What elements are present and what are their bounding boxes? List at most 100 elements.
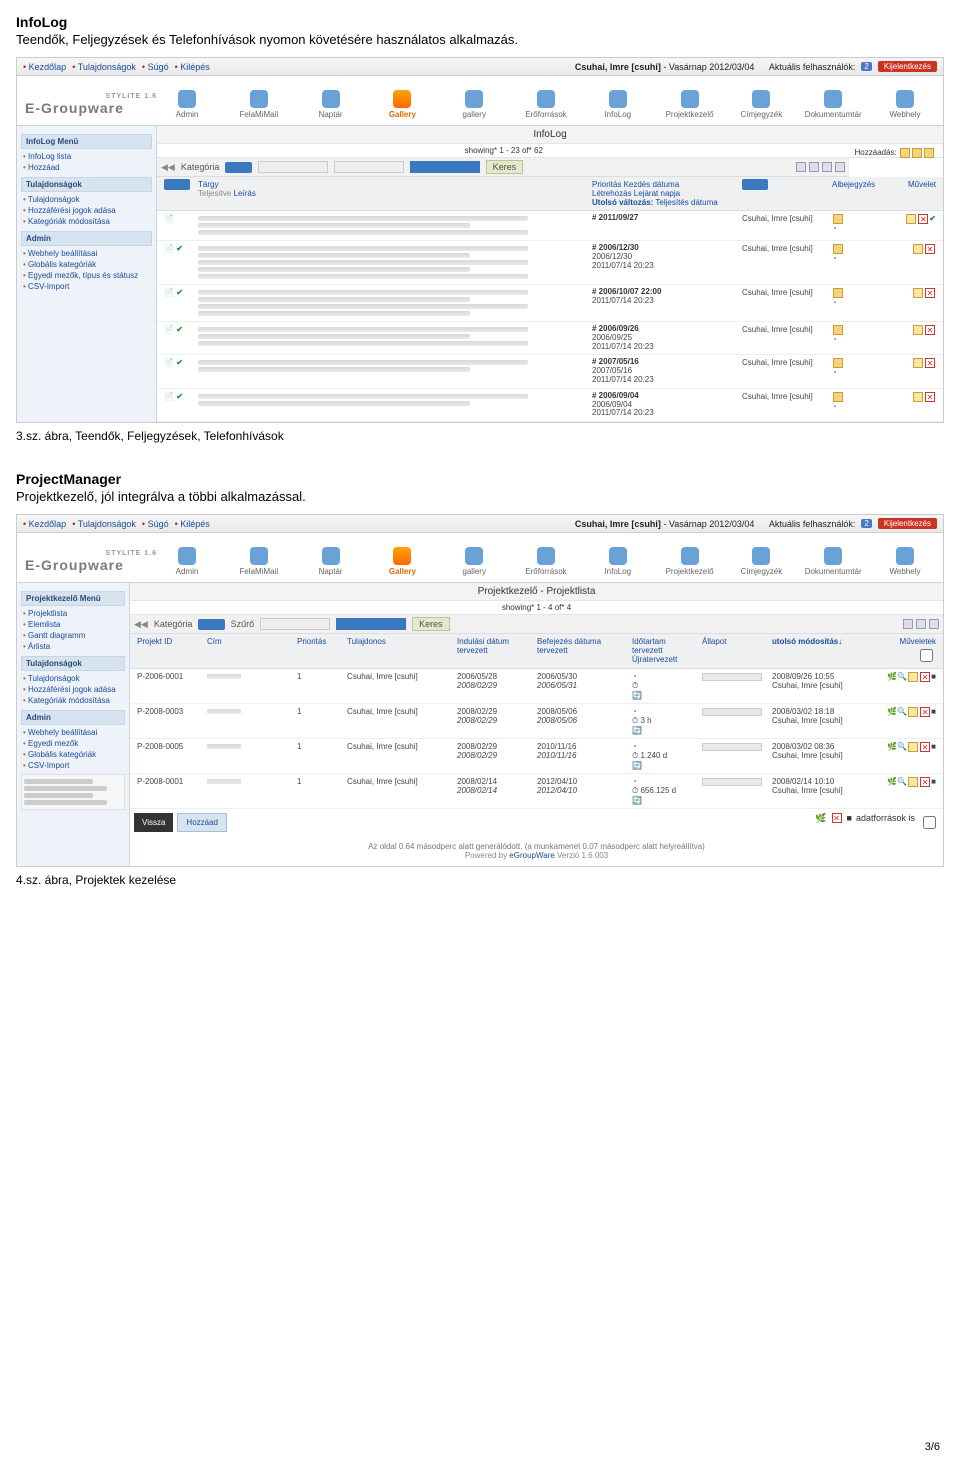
edit-icon[interactable] — [913, 392, 923, 402]
project-row[interactable]: P-2006-0001 1 Csuhai, Imre [csuhi] 2006/… — [130, 669, 943, 704]
tree-icon[interactable]: 🌿 — [887, 672, 897, 681]
delete-icon[interactable]: ✕ — [925, 288, 935, 298]
clock-icon[interactable]: ◔ — [832, 254, 837, 263]
tool-icon[interactable] — [903, 619, 913, 629]
sidebar-item[interactable]: Tulajdonságok — [21, 673, 125, 684]
stop-icon[interactable]: ■ — [847, 813, 852, 832]
project-row[interactable]: P-2008-0003 1 Csuhai, Imre [csuhi] 2008/… — [130, 704, 943, 739]
owner-select[interactable] — [742, 179, 768, 190]
clock-icon[interactable]: ◔ — [832, 368, 837, 377]
add-note-icon[interactable] — [924, 148, 934, 158]
topnav-link[interactable]: Tulajdonságok — [72, 62, 136, 72]
category-select[interactable] — [225, 162, 251, 173]
app-launcher-admin[interactable]: Admin — [157, 547, 217, 576]
tree-icon[interactable]: 🌿 — [887, 707, 897, 716]
topnav-link[interactable]: Kilépés — [175, 62, 210, 72]
delete-icon[interactable]: ✕ — [925, 325, 935, 335]
sidebar-item[interactable]: Webhely beállításai — [21, 727, 125, 738]
infolog-row[interactable]: 📄 ✔ # 2006/09/042006/09/042011/07/14 20:… — [157, 389, 943, 422]
app-launcher-gallery[interactable]: gallery — [444, 90, 504, 119]
sidebar-item[interactable]: Kategóriák módosítása — [21, 216, 152, 227]
sidebar-item[interactable]: Árlista — [21, 641, 125, 652]
sources-checkbox[interactable] — [923, 816, 936, 829]
sub-entry-icon[interactable] — [833, 214, 843, 224]
edit-icon[interactable] — [913, 244, 923, 254]
stop-icon[interactable]: ■ — [931, 672, 936, 681]
sidebar-item[interactable]: Egyedi mezők, típus és státusz — [21, 270, 152, 281]
stop-icon[interactable]: ■ — [931, 777, 936, 786]
app-launcher-infolog[interactable]: InfoLog — [588, 90, 648, 119]
select-all-checkbox[interactable] — [920, 649, 933, 662]
infolog-row[interactable]: 📄 ✔ # 2006/12/302006/12/302011/07/14 20:… — [157, 241, 943, 285]
edit-icon[interactable] — [908, 707, 918, 717]
filter2-select[interactable] — [334, 161, 404, 173]
app-launcher-infolog[interactable]: InfoLog — [588, 547, 648, 576]
app-launcher-webhely[interactable]: Webhely — [875, 547, 935, 576]
app-launcher-erőforrások[interactable]: Erőforrások — [516, 547, 576, 576]
edit-icon[interactable] — [906, 214, 916, 224]
app-launcher-webhely[interactable]: Webhely — [875, 90, 935, 119]
sidebar-item[interactable]: Hozzáad — [21, 162, 152, 173]
app-launcher-naptár[interactable]: Naptár — [301, 547, 361, 576]
delete-icon[interactable]: ✕ — [918, 214, 928, 224]
sidebar-project-tree[interactable] — [21, 774, 125, 810]
sub-entry-icon[interactable] — [833, 358, 843, 368]
type-select[interactable] — [164, 179, 190, 190]
topnav-link[interactable]: Kezdőlap — [23, 519, 66, 529]
topnav-link[interactable]: Súgó — [142, 62, 169, 72]
sidebar-item[interactable]: Globális kategóriák — [21, 259, 152, 270]
delete-icon[interactable]: ✕ — [925, 358, 935, 368]
edit-icon[interactable] — [913, 358, 923, 368]
sidebar-item[interactable]: Elemlista — [21, 619, 125, 630]
tool-icon[interactable] — [822, 162, 832, 172]
app-launcher-címjegyzék[interactable]: Címjegyzék — [731, 90, 791, 119]
app-launcher-projektkezelő[interactable]: Projektkezelő — [660, 547, 720, 576]
app-launcher-dokumentumtár[interactable]: Dokumentumtár — [803, 90, 863, 119]
search-input[interactable] — [336, 618, 406, 630]
tool-icon[interactable] — [916, 619, 926, 629]
sidebar-item[interactable]: Projektlista — [21, 608, 125, 619]
view-icon[interactable]: 🔍 — [897, 672, 907, 681]
sidebar-item[interactable]: Tulajdonságok — [21, 194, 152, 205]
topnav-link[interactable]: Kilépés — [175, 519, 210, 529]
back-button[interactable]: Vissza — [134, 813, 173, 832]
add-task-icon[interactable] — [900, 148, 910, 158]
app-launcher-felamimail[interactable]: FelaMiMail — [229, 547, 289, 576]
app-launcher-gallery[interactable]: Gallery — [372, 90, 432, 119]
page-prev-icon[interactable]: ◀◀ — [161, 162, 175, 173]
infolog-row[interactable]: 📄 ✔ # 2006/09/262006/09/252011/07/14 20:… — [157, 322, 943, 355]
delete-icon[interactable]: ✕ — [920, 707, 930, 717]
app-launcher-dokumentumtár[interactable]: Dokumentumtár — [803, 547, 863, 576]
filter-select[interactable] — [260, 618, 330, 630]
tree-icon[interactable]: 🌿 — [887, 777, 897, 786]
app-launcher-gallery[interactable]: Gallery — [372, 547, 432, 576]
edit-icon[interactable] — [908, 777, 918, 787]
sub-entry-icon[interactable] — [833, 325, 843, 335]
search-button[interactable]: Keres — [486, 160, 524, 174]
app-launcher-címjegyzék[interactable]: Címjegyzék — [731, 547, 791, 576]
infolog-row[interactable]: 📄 # 2011/09/27 Csuhai, Imre [csuhi] ◔ ✕✔ — [157, 211, 943, 241]
search-button[interactable]: Keres — [412, 617, 450, 631]
tool-icon[interactable] — [796, 162, 806, 172]
sidebar-item[interactable]: Webhely beállításai — [21, 248, 152, 259]
sub-entry-icon[interactable] — [833, 288, 843, 298]
delete-selected-icon[interactable]: ✕ — [832, 813, 842, 823]
project-row[interactable]: P-2008-0001 1 Csuhai, Imre [csuhi] 2008/… — [130, 774, 943, 809]
logout-button[interactable]: Kijelentkezés — [878, 61, 937, 72]
edit-icon[interactable] — [913, 288, 923, 298]
add-phone-icon[interactable] — [912, 148, 922, 158]
page-prev-icon[interactable]: ◀◀ — [134, 619, 148, 630]
delete-icon[interactable]: ✕ — [920, 742, 930, 752]
add-button[interactable]: Hozzáad — [177, 813, 227, 832]
edit-icon[interactable] — [908, 742, 918, 752]
app-launcher-felamimail[interactable]: FelaMiMail — [229, 90, 289, 119]
topnav-link[interactable]: Súgó — [142, 519, 169, 529]
view-icon[interactable]: 🔍 — [897, 742, 907, 751]
logout-button[interactable]: Kijelentkezés — [878, 518, 937, 529]
sidebar-item[interactable]: Globális kategóriák — [21, 749, 125, 760]
project-row[interactable]: P-2008-0005 1 Csuhai, Imre [csuhi] 2008/… — [130, 739, 943, 774]
infolog-row[interactable]: 📄 ✔ # 2006/10/07 22:002011/07/14 20:23 C… — [157, 285, 943, 322]
app-launcher-admin[interactable]: Admin — [157, 90, 217, 119]
sidebar-item[interactable]: Egyedi mezők — [21, 738, 125, 749]
tree-icon[interactable]: 🌿 — [887, 742, 897, 751]
